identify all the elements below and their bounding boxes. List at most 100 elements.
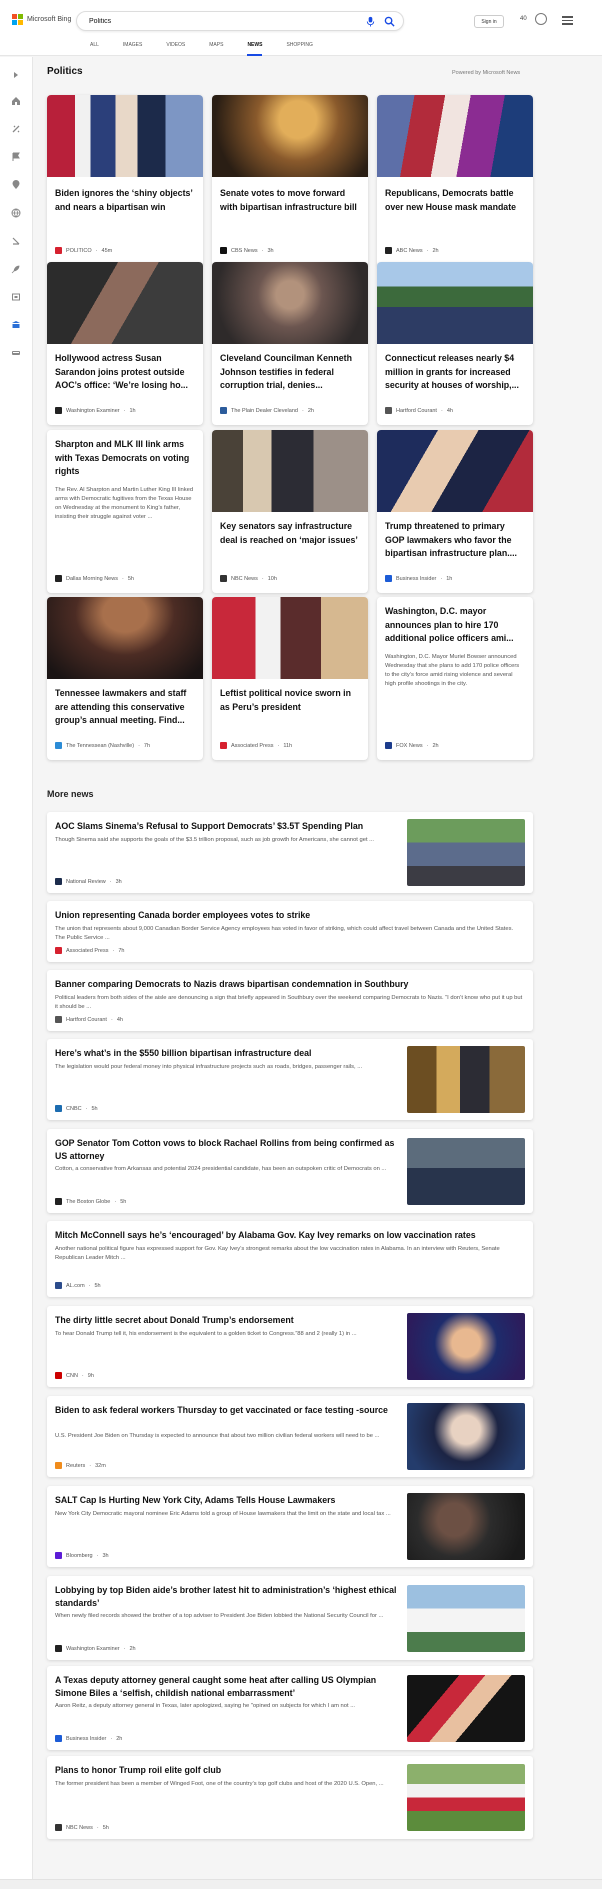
senators-talking-photo[interactable]	[212, 430, 368, 512]
white-house-photo[interactable]	[407, 1584, 525, 1652]
news-source[interactable]: Washington Examiner · 2h	[55, 1645, 136, 1652]
rewards-count[interactable]: 40	[520, 16, 527, 22]
home-icon[interactable]	[10, 95, 22, 107]
flag-icon[interactable]	[10, 151, 22, 163]
trump-rally-photo[interactable]	[377, 430, 533, 512]
sign-in-button[interactable]: Sign in	[474, 15, 504, 28]
news-source[interactable]: POLITICO · 45m	[55, 247, 112, 254]
microphone-icon[interactable]	[365, 16, 376, 27]
more-news-item[interactable]: Plans to honor Trump roil elite golf clu…	[47, 1756, 533, 1839]
news-card[interactable]: Sharpton and MLK III link arms with Texa…	[47, 430, 203, 593]
news-card[interactable]: Trump threatened to primary GOP lawmaker…	[377, 430, 533, 593]
more-news-title-text[interactable]: Union representing Canada border employe…	[55, 909, 523, 922]
news-card-title[interactable]: Leftist political novice sworn in as Per…	[220, 687, 360, 714]
more-news-title-text[interactable]: A Texas deputy attorney general caught s…	[55, 1674, 400, 1700]
news-source[interactable]: Reuters · 32m	[55, 1462, 106, 1469]
more-news-title-text[interactable]: Biden to ask federal workers Thursday to…	[55, 1404, 400, 1417]
news-card[interactable]: Cleveland Councilman Kenneth Johnson tes…	[212, 262, 368, 425]
more-news-item[interactable]: Banner comparing Democrats to Nazis draw…	[47, 970, 533, 1031]
trump-golf-photo[interactable]	[407, 1764, 525, 1831]
news-source[interactable]: Associated Press · 7h	[55, 947, 124, 954]
tab-images[interactable]: IMAGES	[123, 42, 142, 56]
oval-office-photo[interactable]	[407, 1046, 525, 1113]
more-news-item[interactable]: Mitch McConnell says he’s ‘encouraged’ b…	[47, 1221, 533, 1297]
news-card[interactable]: Republicans, Democrats battle over new H…	[377, 95, 533, 267]
location-pin-icon[interactable]	[10, 179, 22, 191]
more-news-item[interactable]: AOC Slams Sinema’s Refusal to Support De…	[47, 812, 533, 893]
news-card-title[interactable]: Cleveland Councilman Kenneth Johnson tes…	[220, 352, 360, 393]
news-card-title[interactable]: Tennessee lawmakers and staff are attend…	[55, 687, 195, 728]
more-news-title-text[interactable]: GOP Senator Tom Cotton vows to block Rac…	[55, 1137, 400, 1163]
news-card-title[interactable]: Trump threatened to primary GOP lawmaker…	[385, 520, 525, 561]
news-source[interactable]: CBS News · 3h	[220, 247, 274, 254]
news-card[interactable]: Key senators say infrastructure deal is …	[212, 430, 368, 593]
cotton-portrait-photo[interactable]	[407, 1137, 525, 1205]
more-news-title-text[interactable]: AOC Slams Sinema’s Refusal to Support De…	[55, 820, 400, 833]
adams-portrait-photo[interactable]	[407, 1493, 525, 1560]
more-news-title-text[interactable]: SALT Cap Is Hurting New York City, Adams…	[55, 1494, 400, 1507]
conference-hall-photo[interactable]	[47, 597, 203, 679]
news-card-title[interactable]: Connecticut releases nearly $4 million i…	[385, 352, 525, 393]
biden-podium-photo[interactable]	[47, 95, 203, 177]
rewards-trophy-icon[interactable]	[535, 13, 547, 25]
money-icon[interactable]	[10, 235, 22, 247]
rocket-icon[interactable]	[10, 263, 22, 275]
news-source[interactable]: National Review · 3h	[55, 878, 122, 885]
expand-chevron-icon[interactable]	[10, 69, 22, 81]
news-source[interactable]: CNBC · 5h	[55, 1105, 98, 1112]
news-source[interactable]: Dallas Morning News · 5h	[55, 575, 134, 582]
news-source[interactable]: Business Insider · 2h	[55, 1735, 122, 1742]
sarandon-protest-photo[interactable]	[47, 262, 203, 344]
more-news-item[interactable]: Biden to ask federal workers Thursday to…	[47, 1396, 533, 1477]
pelosi-flags-photo[interactable]	[377, 95, 533, 177]
more-news-title-text[interactable]: Plans to honor Trump roil elite golf clu…	[55, 1764, 400, 1777]
tab-shopping[interactable]: SHOPPING	[286, 42, 312, 56]
news-source[interactable]: Washington Examiner · 1h	[55, 407, 136, 414]
news-source[interactable]: The Boston Globe · 5h	[55, 1198, 126, 1205]
news-source[interactable]: NBC News · 5h	[55, 1824, 109, 1831]
bing-logo[interactable]: Microsoft Bing	[12, 14, 71, 25]
news-card-title[interactable]: Key senators say infrastructure deal is …	[220, 520, 360, 547]
more-news-item[interactable]: GOP Senator Tom Cotton vows to block Rac…	[47, 1129, 533, 1213]
johnson-court-photo[interactable]	[212, 262, 368, 344]
biden-portrait-photo[interactable]	[407, 1403, 525, 1470]
connecticut-outdoor-photo[interactable]	[377, 262, 533, 344]
news-card[interactable]: Senate votes to move forward with bipart…	[212, 95, 368, 267]
tab-all[interactable]: ALL	[90, 42, 99, 56]
more-news-title-text[interactable]: Here’s what’s in the $550 billion bipart…	[55, 1047, 400, 1060]
news-card-title[interactable]: Hollywood actress Susan Sarandon joins p…	[55, 352, 195, 393]
more-news-title-text[interactable]: Lobbying by top Biden aide’s brother lat…	[55, 1584, 400, 1610]
news-card[interactable]: Connecticut releases nearly $4 million i…	[377, 262, 533, 425]
peru-inauguration-photo[interactable]	[212, 597, 368, 679]
search-icon[interactable]	[384, 16, 395, 27]
globe-icon[interactable]	[10, 207, 22, 219]
politics-building-icon[interactable]	[10, 319, 22, 331]
tab-maps[interactable]: MAPS	[209, 42, 223, 56]
hamburger-menu-icon[interactable]	[562, 16, 573, 25]
news-source[interactable]: The Plain Dealer Cleveland · 2h	[220, 407, 314, 414]
news-card-title[interactable]: Sharpton and MLK III link arms with Texa…	[55, 438, 195, 479]
more-news-item[interactable]: A Texas deputy attorney general caught s…	[47, 1666, 533, 1750]
movie-icon[interactable]	[10, 291, 22, 303]
news-source[interactable]: Associated Press · 11h	[220, 742, 292, 749]
news-source[interactable]: NBC News · 10h	[220, 575, 277, 582]
news-card[interactable]: Leftist political novice sworn in as Per…	[212, 597, 368, 760]
more-news-title-text[interactable]: The dirty little secret about Donald Tru…	[55, 1314, 400, 1327]
news-card[interactable]: Tennessee lawmakers and staff are attend…	[47, 597, 203, 760]
more-news-title-text[interactable]: Banner comparing Democrats to Nazis draw…	[55, 978, 523, 991]
news-source[interactable]: Bloomberg · 3h	[55, 1552, 109, 1559]
news-card[interactable]: Washington, D.C. mayor announces plan to…	[377, 597, 533, 760]
news-card-title[interactable]: Republicans, Democrats battle over new H…	[385, 187, 525, 214]
more-news-item[interactable]: Lobbying by top Biden aide’s brother lat…	[47, 1576, 533, 1660]
news-source[interactable]: Hartford Courant · 4h	[385, 407, 453, 414]
more-news-title-text[interactable]: Mitch McConnell says he’s ‘encouraged’ b…	[55, 1229, 523, 1242]
tab-news[interactable]: NEWS	[247, 42, 263, 56]
news-source[interactable]: FOX News · 2h	[385, 742, 439, 749]
sports-icon[interactable]	[10, 123, 22, 135]
news-source[interactable]: The Tennessean (Nashville) · 7h	[55, 742, 150, 749]
more-news-item[interactable]: Here’s what’s in the $550 billion bipart…	[47, 1039, 533, 1120]
news-card[interactable]: Biden ignores the ‘shiny objects’ and ne…	[47, 95, 203, 267]
more-news-item[interactable]: SALT Cap Is Hurting New York City, Adams…	[47, 1486, 533, 1567]
more-news-item[interactable]: Union representing Canada border employe…	[47, 901, 533, 962]
news-card-title[interactable]: Biden ignores the ‘shiny objects’ and ne…	[55, 187, 195, 214]
